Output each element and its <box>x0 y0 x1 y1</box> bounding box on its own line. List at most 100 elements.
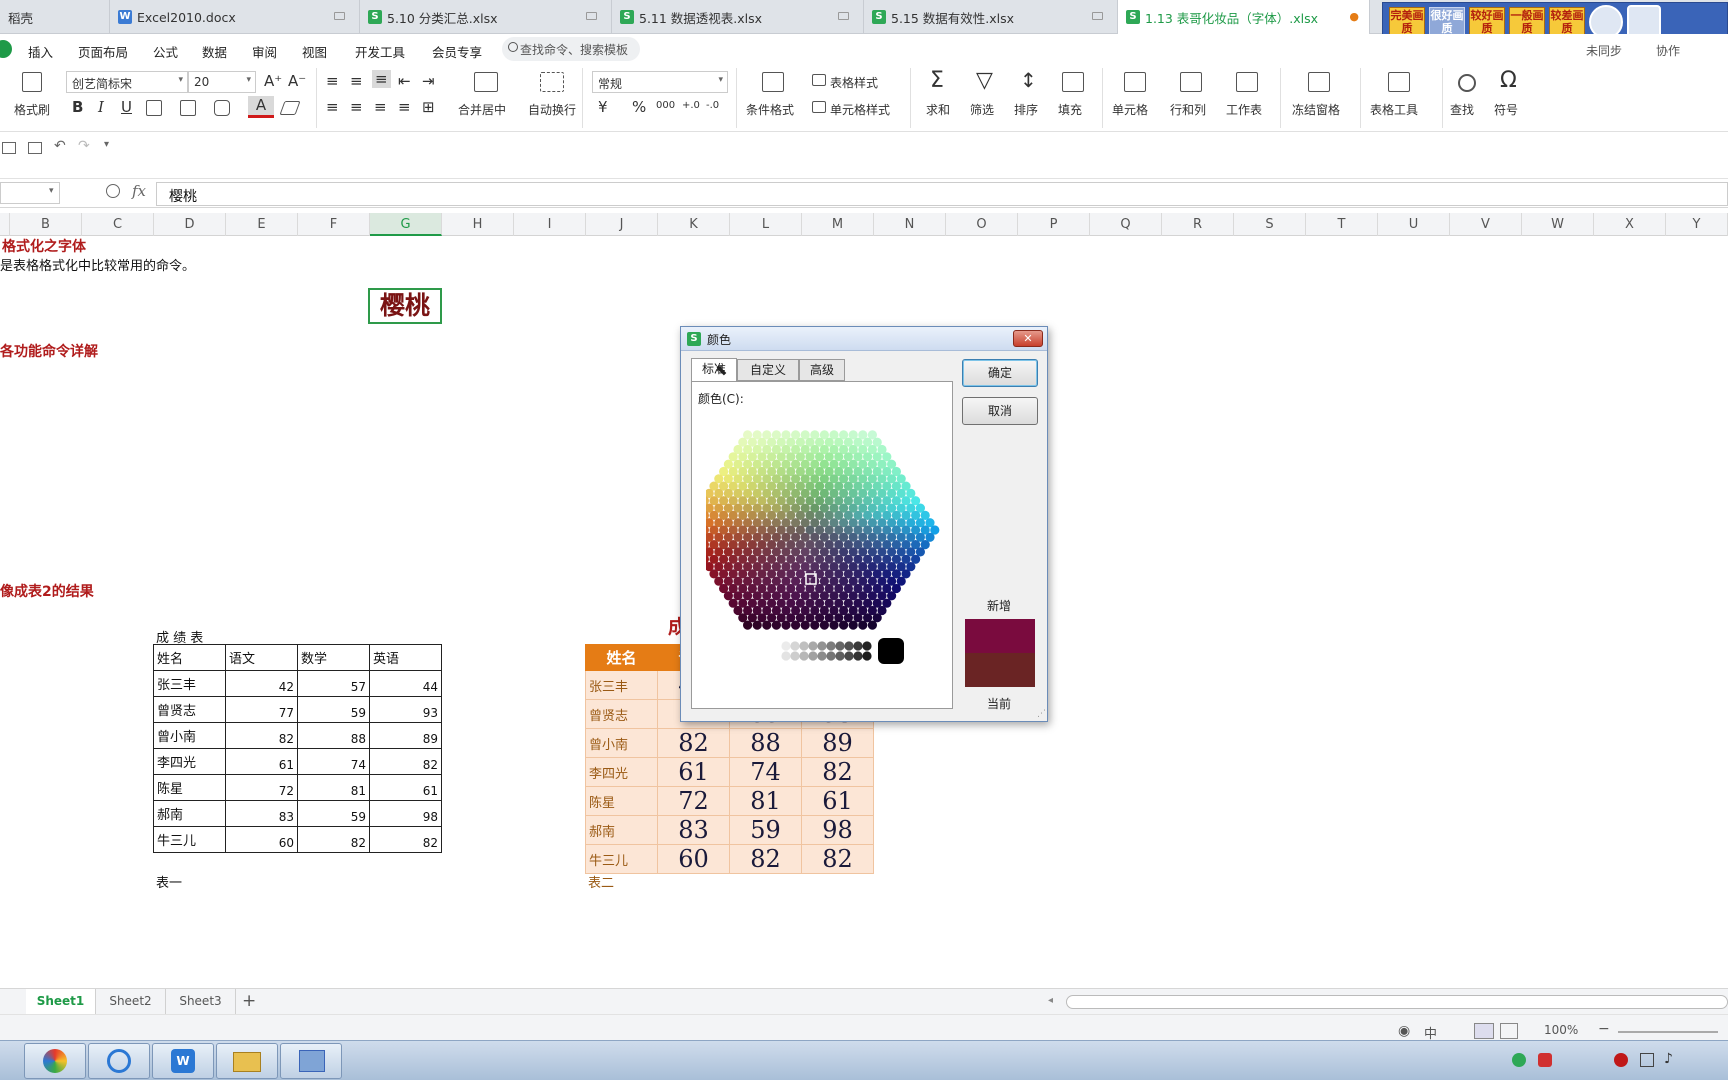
worksheet-button[interactable]: 工作表 <box>1226 101 1262 118</box>
gray-swatch[interactable] <box>799 651 809 661</box>
thousands-button[interactable]: 000 <box>656 100 675 111</box>
color-swatch[interactable] <box>791 620 801 630</box>
header-name[interactable]: 姓名 <box>585 644 658 671</box>
formula-input[interactable]: 樱桃 <box>156 182 1728 206</box>
tab-custom[interactable]: 自定义 <box>737 359 799 381</box>
menu-review[interactable]: 审阅 <box>252 42 277 61</box>
color-swatch[interactable] <box>762 620 772 630</box>
sort-button[interactable]: 排序 <box>1014 101 1038 118</box>
tray-wps-icon[interactable] <box>1512 1053 1526 1067</box>
section-subtitle[interactable]: 是表格格式化中比较常用的命令。 <box>0 255 195 274</box>
percent-button[interactable]: % <box>632 98 646 116</box>
color-swatch[interactable] <box>829 620 839 630</box>
column-header[interactable]: V <box>1450 213 1522 236</box>
decrease-decimal-button[interactable]: -.0 <box>706 100 719 111</box>
row-col-button[interactable]: 行和列 <box>1170 101 1206 118</box>
menu-developer[interactable]: 开发工具 <box>355 42 405 61</box>
gray-swatch[interactable] <box>862 641 872 651</box>
cell-style-button[interactable]: 单元格样式 <box>830 101 890 118</box>
fill-color-icon[interactable] <box>214 100 230 116</box>
tray-volume-icon[interactable]: ♪ <box>1664 1051 1673 1067</box>
column-header-a[interactable] <box>0 213 10 236</box>
gray-swatch[interactable] <box>817 651 827 661</box>
fill-button[interactable]: 填充 <box>1058 101 1082 118</box>
taskbar-browser[interactable] <box>24 1043 86 1079</box>
align-top-icon[interactable]: ≡ <box>326 72 339 90</box>
align-right-icon[interactable]: ≡ <box>374 98 387 116</box>
column-header[interactable]: N <box>874 213 946 236</box>
cell-button[interactable]: 单元格 <box>1112 101 1148 118</box>
font-size-combo[interactable]: 20 <box>188 71 256 93</box>
tray-network-icon[interactable] <box>1640 1053 1654 1067</box>
gray-swatch[interactable] <box>781 651 791 661</box>
align-left-icon[interactable]: ≡ <box>326 98 339 116</box>
collaborate-button[interactable]: 协作 <box>1656 42 1680 59</box>
menu-view[interactable]: 视图 <box>302 42 327 61</box>
fill-style-icon[interactable] <box>180 100 196 116</box>
italic-button[interactable]: I <box>98 98 104 116</box>
sheet-tab-3[interactable]: Sheet3 <box>166 989 236 1014</box>
filter-button[interactable]: 筛选 <box>970 101 994 118</box>
column-header[interactable]: R <box>1162 213 1234 236</box>
tab-pivot-xlsx[interactable]: S 5.11 数据透视表.xlsx <box>612 0 864 34</box>
taskbar-app[interactable] <box>88 1043 150 1079</box>
close-button[interactable]: ✕ <box>1013 330 1043 347</box>
gray-swatch[interactable] <box>826 651 836 661</box>
fx-icon[interactable]: fx <box>132 182 146 200</box>
sum-button[interactable]: 求和 <box>926 101 950 118</box>
tab-excel2010-docx[interactable]: W Excel2010.docx <box>110 0 360 34</box>
gray-swatch[interactable] <box>853 651 863 661</box>
gray-swatch[interactable] <box>826 641 836 651</box>
start-menu-icon[interactable] <box>0 40 12 58</box>
gray-swatch[interactable] <box>844 651 854 661</box>
add-sheet-icon[interactable]: + <box>242 991 256 1011</box>
color-swatch[interactable] <box>810 620 820 630</box>
column-header[interactable]: U <box>1378 213 1450 236</box>
tab-cosmetics-font-xlsx[interactable]: S 1.13 表哥化妆品（字体）.xlsx ● <box>1118 0 1370 34</box>
color-swatch[interactable] <box>781 620 791 630</box>
column-header[interactable]: L <box>730 213 802 236</box>
zoom-out-icon[interactable]: − <box>1598 1021 1610 1037</box>
eye-protection-icon[interactable]: ◉ <box>1398 1023 1410 1039</box>
distribute-icon[interactable]: ⊞ <box>422 98 435 116</box>
quality-badge-good[interactable]: 较好画质 <box>1469 7 1505 37</box>
gray-swatch[interactable] <box>817 641 827 651</box>
gray-swatch[interactable] <box>790 641 800 651</box>
page-view-icon[interactable] <box>1500 1023 1518 1039</box>
gray-swatch[interactable] <box>799 641 809 651</box>
quality-badge-perfect[interactable]: 完美画质 <box>1389 7 1425 37</box>
table2-footer[interactable]: 表二 <box>588 872 614 891</box>
shrink-font-button[interactable]: A⁻ <box>288 72 306 90</box>
section-title-commands[interactable]: 各功能命令详解 <box>0 341 98 361</box>
header-chinese[interactable]: 语文 <box>225 644 298 671</box>
align-bottom-icon[interactable]: ≡ <box>372 70 391 88</box>
selected-cell-cherry[interactable]: 樱桃 <box>368 288 442 324</box>
color-swatch[interactable] <box>800 620 810 630</box>
column-header[interactable]: Y <box>1666 213 1728 236</box>
auto-wrap-button[interactable]: 自动换行 <box>528 101 576 118</box>
color-swatch[interactable] <box>867 620 877 630</box>
column-header[interactable]: O <box>946 213 1018 236</box>
sheet-tab-2[interactable]: Sheet2 <box>96 989 166 1014</box>
currency-button[interactable]: ¥ <box>598 98 608 116</box>
number-format-combo[interactable]: 常规 <box>592 71 728 93</box>
header-math[interactable]: 数学 <box>297 644 370 671</box>
black-swatch[interactable] <box>878 638 904 664</box>
color-swatch[interactable] <box>848 620 858 630</box>
menu-page-layout[interactable]: 页面布局 <box>78 42 128 61</box>
column-header[interactable]: F <box>298 213 370 236</box>
undo-icon[interactable]: ↶ <box>54 138 66 154</box>
quality-badge-very-good[interactable]: 很好画质 <box>1429 7 1465 37</box>
menu-insert[interactable]: 插入 <box>28 42 53 61</box>
zoom-level[interactable]: 100% <box>1544 1023 1578 1037</box>
column-header[interactable]: M <box>802 213 874 236</box>
section-title-font[interactable]: 格式化之字体 <box>2 236 86 256</box>
column-header[interactable]: D <box>154 213 226 236</box>
menu-data[interactable]: 数据 <box>202 42 227 61</box>
tab-validation-xlsx[interactable]: S 5.15 数据有效性.xlsx <box>864 0 1118 34</box>
column-header[interactable]: S <box>1234 213 1306 236</box>
table-tools-button[interactable]: 表格工具 <box>1370 101 1418 118</box>
zoom-slider[interactable] <box>1618 1031 1718 1033</box>
column-header[interactable]: Q <box>1090 213 1162 236</box>
command-search-input[interactable]: 查找命令、搜索模板 <box>502 37 640 61</box>
